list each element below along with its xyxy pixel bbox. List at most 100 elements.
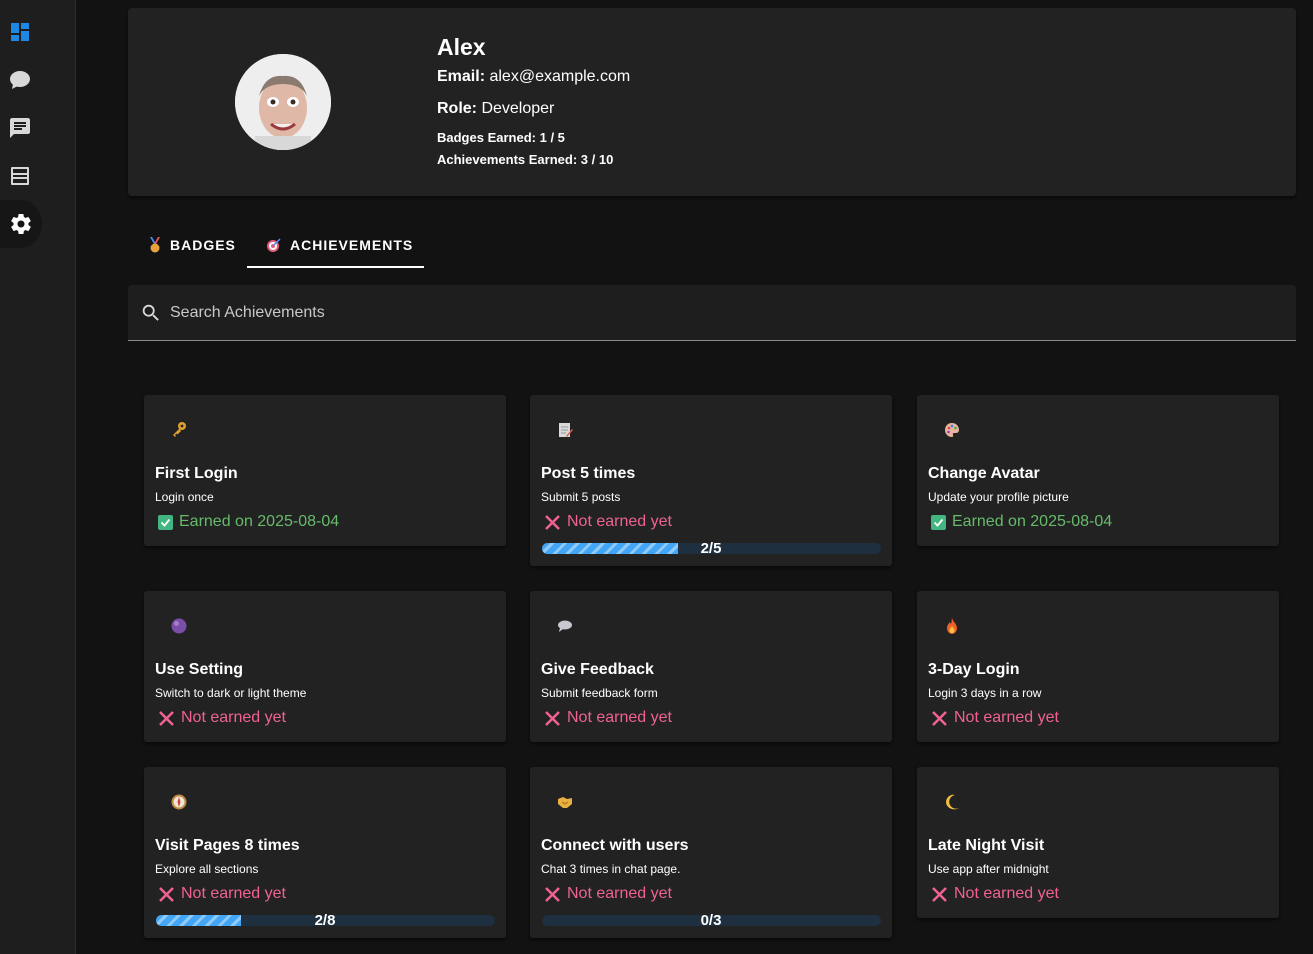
status-text: Not earned yet: [567, 513, 672, 530]
badges-earned-value: 1 / 5: [539, 130, 565, 145]
close-icon: [932, 886, 947, 902]
achievement-status: Not earned yet: [544, 885, 672, 903]
speech-bubble-icon: [558, 620, 572, 632]
achievement-title: Late Night Visit: [928, 837, 1045, 854]
email-label: Email:: [437, 68, 486, 85]
achievement-card-change-avatar[interactable]: Change Avatar Update your profile pictur…: [917, 395, 1279, 546]
tab-achievements-label: ACHIEVEMENTS: [290, 237, 414, 253]
achievement-description: Switch to dark or light theme: [155, 686, 307, 700]
handshake-icon: [558, 797, 572, 808]
profile-email: Email: alex@example.com: [437, 68, 630, 86]
nav-feedback[interactable]: [0, 108, 40, 148]
status-text: Not earned yet: [954, 709, 1059, 726]
close-icon: [545, 886, 560, 902]
achievement-description: Update your profile picture: [928, 490, 1069, 504]
close-icon: [159, 710, 174, 726]
achievement-title: Connect with users: [541, 837, 689, 854]
achievement-description: Explore all sections: [155, 862, 259, 876]
achievement-status: Not earned yet: [158, 709, 286, 727]
status-text: Not earned yet: [954, 885, 1059, 902]
email-value: alex@example.com: [489, 68, 631, 85]
check-icon: [158, 514, 173, 530]
status-text: Not earned yet: [567, 885, 672, 902]
status-text: Not earned yet: [181, 709, 286, 726]
achievement-card-connect-with-users[interactable]: Connect with users Chat 3 times in chat …: [530, 767, 892, 938]
achievement-card-use-setting[interactable]: Use Setting Switch to dark or light them…: [144, 591, 506, 742]
progress-label: 0/3: [700, 912, 722, 929]
chat-bubble-icon: [10, 71, 30, 89]
status-text: Earned on 2025-08-04: [952, 513, 1113, 530]
achievement-description: Submit 5 posts: [541, 490, 621, 504]
achievement-card-post-5-times[interactable]: Post 5 times Submit 5 posts Not earned y…: [530, 395, 892, 566]
message-icon: [10, 118, 30, 138]
status-text: Not earned yet: [181, 885, 286, 902]
profile-role: Role: Developer: [437, 100, 554, 118]
achievement-description: Submit feedback form: [541, 686, 658, 700]
achievement-description: Login 3 days in a row: [928, 686, 1042, 700]
achievement-title: Visit Pages 8 times: [155, 837, 300, 854]
progress-label: 2/8: [314, 912, 336, 929]
profile-name: Alex: [437, 34, 486, 60]
purple-circle-icon: [171, 618, 187, 634]
achievement-status: Not earned yet: [544, 709, 672, 727]
achievement-card-3-day-login[interactable]: 3-Day Login Login 3 days in a row Not ea…: [917, 591, 1279, 742]
crescent-moon-icon: [946, 794, 959, 810]
nav-list[interactable]: [0, 156, 40, 196]
nav-settings[interactable]: [0, 200, 42, 248]
achievement-card-give-feedback[interactable]: Give Feedback Submit feedback form Not e…: [530, 591, 892, 742]
fire-icon: [947, 618, 957, 634]
search-input[interactable]: [170, 299, 1270, 327]
achievement-title: Post 5 times: [541, 465, 636, 482]
achievement-card-visit-pages[interactable]: Visit Pages 8 times Explore all sections…: [144, 767, 506, 938]
achievement-card-first-login[interactable]: First Login Login once Earned on 2025-08…: [144, 395, 506, 546]
tab-achievements[interactable]: ACHIEVEMENTS: [266, 222, 413, 268]
status-text: Earned on 2025-08-04: [179, 513, 340, 530]
gear-icon: [11, 214, 31, 235]
achievement-status: Not earned yet: [158, 885, 286, 903]
target-icon: [267, 238, 281, 252]
palette-icon: [945, 423, 959, 437]
dashboard-icon: [11, 23, 29, 41]
sidebar: [0, 0, 76, 954]
check-icon: [931, 514, 946, 530]
badges-earned-label: Badges Earned:: [437, 130, 536, 145]
achievement-status: Earned on 2025-08-04: [931, 513, 1112, 531]
achievement-title: Give Feedback: [541, 661, 654, 678]
profile-card: Alex Email: alex@example.com Role: Devel…: [128, 8, 1296, 196]
achievements-earned: Achievements Earned: 3 / 10: [437, 152, 613, 167]
active-tab-indicator: [247, 266, 424, 268]
achievement-description: Login once: [155, 490, 214, 504]
achievement-status: Not earned yet: [544, 513, 672, 531]
close-icon: [545, 514, 560, 530]
achievement-title: 3-Day Login: [928, 661, 1020, 678]
achievement-status: Not earned yet: [931, 709, 1059, 727]
badges-earned: Badges Earned: 1 / 5: [437, 130, 565, 145]
nav-chat[interactable]: [0, 60, 40, 100]
tab-badges[interactable]: BADGES: [148, 222, 236, 268]
close-icon: [159, 886, 174, 902]
achievement-description: Chat 3 times in chat page.: [541, 862, 681, 876]
achievement-description: Use app after midnight: [928, 862, 1049, 876]
achievement-title: First Login: [155, 465, 238, 482]
status-text: Not earned yet: [567, 709, 672, 726]
search-field: [128, 285, 1296, 341]
key-icon: [173, 422, 186, 437]
search-icon: [142, 304, 159, 321]
avatar[interactable]: [235, 54, 331, 150]
role-label: Role:: [437, 100, 477, 117]
close-icon: [932, 710, 947, 726]
achievement-status: Earned on 2025-08-04: [158, 513, 339, 531]
progress-label: 2/5: [700, 540, 722, 557]
medal-icon: [150, 237, 160, 253]
memo-icon: [559, 423, 573, 437]
achievement-card-late-night-visit[interactable]: Late Night Visit Use app after midnight …: [917, 767, 1279, 918]
nav-dashboard[interactable]: [0, 12, 40, 52]
tab-badges-label: BADGES: [170, 237, 236, 253]
close-icon: [545, 710, 560, 726]
achievement-status: Not earned yet: [931, 885, 1059, 903]
achievements-earned-label: Achievements Earned:: [437, 152, 578, 167]
achievement-title: Change Avatar: [928, 465, 1040, 482]
achievements-earned-value: 3 / 10: [580, 152, 614, 167]
compass-icon: [171, 794, 187, 810]
role-value: Developer: [481, 100, 555, 117]
